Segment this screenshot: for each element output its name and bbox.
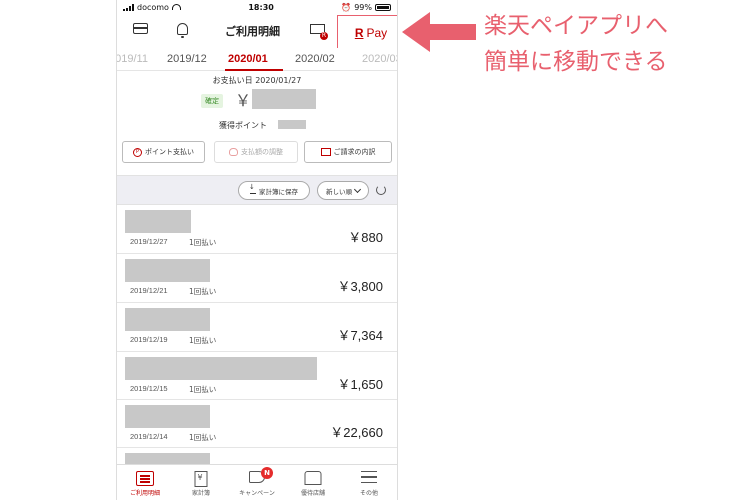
- carrier-name: docomo: [137, 2, 169, 12]
- transaction-amount: ￥3,800: [337, 279, 383, 294]
- signal-icon: [123, 3, 134, 11]
- new-badge: N: [261, 467, 273, 479]
- save-label: 家計簿に保存: [259, 187, 298, 196]
- transaction-date: 2019/12/21: [130, 286, 168, 295]
- payment-date: お支払い日 2020/01/27: [212, 76, 302, 85]
- transaction-amount: ￥880: [348, 230, 383, 245]
- points-icon: P: [133, 147, 142, 157]
- sort-label: 新しい順: [326, 187, 352, 196]
- tab-month-2019-11[interactable]: 2019/11: [117, 53, 148, 65]
- points-payment-button[interactable]: P ポイント支払い: [122, 141, 205, 163]
- merchant-redacted: [125, 259, 210, 282]
- tab-label: その他: [359, 490, 378, 497]
- download-icon: [249, 183, 256, 194]
- transaction-list: 2019/12/27 1回払い ￥880 2019/12/21 1回払い ￥3,…: [117, 205, 397, 478]
- bell-icon[interactable]: [177, 23, 188, 38]
- month-tabs: 2019/11 2019/12 2020/01 2020/02 2020/03: [117, 48, 397, 71]
- annotation-line-2: 簡単に移動できる: [484, 49, 668, 75]
- receipt-badge: R: [320, 32, 328, 40]
- amount-redacted: [252, 89, 316, 109]
- battery-percent: 99%: [354, 2, 372, 12]
- adjust-payment-label: 支払額の調整: [241, 148, 283, 156]
- rakuten-pay-label: Pay: [366, 26, 388, 40]
- tab-other[interactable]: その他: [341, 465, 397, 500]
- tab-campaign[interactable]: N キャンペーン: [229, 465, 285, 500]
- points-label: 獲得ポイント: [219, 121, 267, 130]
- tab-month-2020-02[interactable]: 2020/02: [295, 53, 335, 65]
- tab-partner-shops[interactable]: 優待店舗: [285, 465, 341, 500]
- household-book-icon: [194, 471, 208, 487]
- yen-sign: ￥: [235, 91, 252, 110]
- merchant-redacted: [125, 357, 317, 380]
- list-item[interactable]: 2019/12/27 1回払い ￥880: [117, 205, 397, 254]
- sort-select[interactable]: 新しい順: [317, 181, 369, 200]
- page-title: ご利用明細: [225, 25, 280, 38]
- transaction-amount: ￥22,660: [330, 425, 383, 440]
- payment-type: 1回払い: [189, 287, 217, 296]
- list-item[interactable]: 2019/12/14 1回払い ￥22,660: [117, 400, 397, 448]
- document-icon: [320, 148, 331, 156]
- wifi-icon: [171, 4, 181, 10]
- adjust-payment-button[interactable]: 支払額の調整: [214, 141, 298, 163]
- card-icon[interactable]: [133, 23, 148, 34]
- list-item[interactable]: 2019/12/19 1回払い ￥7,364: [117, 303, 397, 352]
- annotation-line-1: 楽天ペイアプリへ: [484, 13, 668, 39]
- points-redacted: [278, 120, 306, 129]
- payment-summary: お支払い日 2020/01/27 確定 ￥ 獲得ポイント P ポイント支払い 支…: [117, 71, 397, 175]
- rakuten-pay-button[interactable]: R Pay: [337, 15, 397, 51]
- tab-label: 家計簿: [191, 490, 210, 497]
- status-time: 18:30: [248, 2, 274, 12]
- refresh-icon[interactable]: [376, 185, 386, 195]
- tab-household-book[interactable]: 家計簿: [173, 465, 229, 500]
- payment-type: 1回払い: [189, 385, 217, 394]
- transaction-date: 2019/12/27: [130, 237, 168, 246]
- pointer-arrow-icon: [402, 12, 476, 52]
- transaction-date: 2019/12/14: [130, 432, 168, 441]
- status-badge: 確定: [201, 94, 223, 108]
- chevron-down-icon: [353, 185, 362, 193]
- tab-month-2020-01[interactable]: 2020/01: [228, 53, 268, 65]
- transaction-amount: ￥7,364: [337, 328, 383, 343]
- payment-type: 1回払い: [189, 433, 217, 442]
- alarm-icon: ⏰: [341, 2, 352, 12]
- transaction-date: 2019/12/15: [130, 384, 168, 393]
- annotation-text: 楽天ペイアプリへ 簡単に移動できる: [484, 8, 744, 80]
- bottom-tab-bar: ご利用明細 家計簿 N キャンペーン 優待店舗 その他: [117, 464, 397, 500]
- save-to-household-book-button[interactable]: 家計簿に保存: [238, 181, 310, 200]
- merchant-redacted: [125, 308, 210, 331]
- status-bar: docomo 18:30 ⏰ 99%: [117, 0, 397, 14]
- payment-type: 1回払い: [189, 336, 217, 345]
- merchant-redacted: [125, 210, 191, 233]
- money-bag-icon: [229, 148, 238, 156]
- transaction-date: 2019/12/19: [130, 335, 168, 344]
- billing-breakdown-button[interactable]: ご請求の内訳: [304, 141, 392, 163]
- menu-icon: [361, 471, 377, 483]
- transaction-amount: ￥1,650: [337, 377, 383, 392]
- tab-label: 優待店舗: [300, 490, 325, 497]
- list-item[interactable]: 2019/12/21 1回払い ￥3,800: [117, 254, 397, 303]
- list-item[interactable]: 2019/12/15 1回払い ￥1,650: [117, 352, 397, 400]
- points-payment-label: ポイント支払い: [145, 148, 194, 156]
- payment-type: 1回払い: [189, 238, 217, 247]
- battery-icon: [374, 3, 391, 11]
- tab-label: キャンペーン: [239, 490, 275, 497]
- shop-icon: [304, 471, 322, 485]
- list-toolbar: 家計簿に保存 新しい順: [117, 175, 397, 205]
- tab-month-2020-03[interactable]: 2020/03: [362, 53, 397, 65]
- tab-statement[interactable]: ご利用明細: [117, 465, 173, 500]
- tab-month-2019-12[interactable]: 2019/12: [167, 53, 207, 65]
- phone-screen: docomo 18:30 ⏰ 99% ご利用明細 R R Pay 2019/11…: [116, 0, 398, 500]
- list-icon: [136, 471, 154, 486]
- billing-breakdown-label: ご請求の内訳: [333, 148, 376, 156]
- tab-label: ご利用明細: [129, 490, 160, 497]
- app-header: ご利用明細 R R Pay: [117, 14, 397, 51]
- merchant-redacted: [125, 405, 210, 428]
- rakuten-pay-logo-r: R: [354, 26, 364, 40]
